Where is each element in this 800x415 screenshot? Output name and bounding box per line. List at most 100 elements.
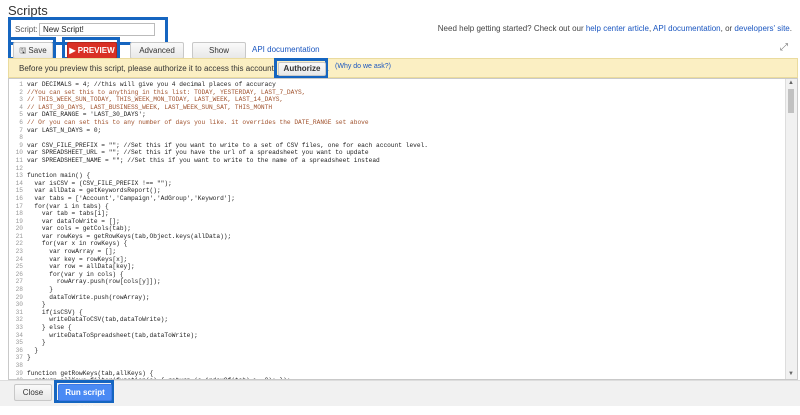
script-name-label: Script:	[15, 25, 38, 34]
help-prefix: Need help getting started? Check out our	[437, 24, 586, 33]
line-number: 39	[15, 369, 23, 377]
line-number: 1	[19, 81, 23, 88]
code-text: var row = allData[key];	[27, 263, 135, 271]
line-number: 17	[15, 202, 23, 210]
code-text: function main() {	[27, 172, 91, 180]
code-line: 28 }	[9, 286, 784, 294]
code-line: 17 for(var i in tabs) {	[9, 203, 784, 211]
code-text: var isCSV = (CSV_FILE_PREFIX !== "");	[27, 179, 172, 187]
developers-site-link[interactable]: developers' site	[734, 24, 789, 33]
scroll-up-icon[interactable]: ▲	[788, 80, 794, 86]
line-number: 28	[15, 286, 23, 294]
line-number: 33	[15, 324, 23, 331]
code-line: 27 rowArray.push(row[cols[y]]);	[9, 278, 784, 286]
line-number: 4	[19, 103, 23, 111]
code-line: 9 var CSV_FILE_PREFIX = ""; //Set this if…	[9, 142, 784, 150]
page-title: Scripts	[8, 3, 48, 18]
line-number: 27	[15, 278, 23, 286]
preview-button[interactable]: ▶ PREVIEW	[67, 42, 117, 59]
line-number: 26	[15, 270, 23, 278]
line-number: 5	[19, 111, 23, 119]
code-text: var DATE_RANGE = 'LAST_30_DAYS';	[27, 111, 146, 119]
code-line: 24 var key = rowKeys[x];	[9, 256, 784, 264]
line-number: 9	[19, 141, 23, 149]
help-center-link[interactable]: help center article	[586, 24, 649, 33]
help-suffix: .	[789, 24, 792, 33]
authorize-now-button[interactable]: Authorize now	[278, 62, 326, 85]
footer-bar	[0, 380, 800, 406]
line-number: 14	[15, 179, 23, 187]
line-number: 34	[15, 331, 23, 339]
save-button[interactable]: 🖫 Save	[13, 42, 53, 59]
preview-button-highlight: ▶ PREVIEW	[62, 37, 120, 60]
save-icon: 🖫	[19, 46, 27, 55]
save-button-highlight: 🖫 Save	[8, 37, 56, 60]
authorization-banner: Before you preview this script, please a…	[8, 58, 798, 78]
line-number: 15	[15, 187, 23, 195]
code-line: 4 // LAST_30_DAYS, LAST_BUSINESS_WEEK, LA…	[9, 104, 784, 112]
line-number: 30	[15, 301, 23, 309]
code-line: 29 dataToWrite.push(rowArray);	[9, 294, 784, 302]
code-line: 31 if(isCSV) {	[9, 309, 784, 317]
advanced-apis-button[interactable]: Advanced APIs	[130, 42, 184, 70]
code-text: var rowKeys = getRowKeys(tab,Object.keys…	[27, 232, 232, 240]
line-number: 35	[15, 339, 23, 347]
code-text: }	[27, 301, 46, 309]
line-number: 37	[15, 354, 23, 362]
code-line: 11 var SPREADSHEET_NAME = ""; //Set this …	[9, 157, 784, 165]
line-number: 32	[15, 316, 23, 324]
code-text: }	[27, 339, 46, 347]
authorize-button-highlight: Authorize now	[274, 58, 328, 85]
code-line: 2 //You can set this to anything in this …	[9, 89, 784, 97]
code-text: for(var y in cols) {	[27, 270, 124, 278]
code-line: 36 }	[9, 347, 784, 355]
code-line: 12	[9, 165, 784, 173]
line-number: 20	[15, 225, 23, 233]
code-line: 8	[9, 134, 784, 142]
line-number: 16	[15, 194, 23, 202]
show-examples-button[interactable]: Show examples	[192, 42, 246, 70]
line-number: 6	[19, 118, 23, 126]
code-text: }	[27, 346, 39, 354]
code-text: var CSV_FILE_PREFIX = ""; //Set this if …	[27, 141, 429, 149]
code-line: 38	[9, 362, 784, 370]
line-number: 7	[19, 126, 23, 134]
code-text: function getRowKeys(tab,allKeys) {	[27, 369, 154, 377]
scrollbar-thumb[interactable]	[788, 89, 794, 113]
code-text: var allData = getKeywordsReport();	[27, 187, 161, 195]
code-text: rowArray.push(row[cols[y]]);	[27, 278, 161, 286]
code-text: writeDataToSpreadsheet(tab,dataToWrite);	[27, 331, 198, 339]
code-text: var DECIMALS = 4; //this will give you 4…	[27, 81, 276, 88]
code-text: var rowArray = [];	[27, 248, 117, 256]
code-lines: 1 var DECIMALS = 4; //this will give you …	[9, 81, 784, 379]
line-number: 10	[15, 149, 23, 157]
line-number: 38	[15, 361, 23, 369]
api-documentation-link[interactable]: API documentation	[653, 24, 721, 33]
code-text: var key = rowKeys[x];	[27, 255, 128, 263]
code-line: 19 var dataToWrite = [];	[9, 218, 784, 226]
line-number: 24	[15, 255, 23, 263]
code-line: 3 // THIS_WEEK_SUN_TODAY, THIS_WEEK_MON_T…	[9, 96, 784, 104]
code-text: var SPREADSHEET_URL = ""; //Set this if …	[27, 149, 369, 157]
code-line: 13 function main() {	[9, 172, 784, 180]
close-button[interactable]: Close	[14, 384, 52, 401]
api-documentation-toolbar-link[interactable]: API documentation	[252, 45, 320, 54]
line-number: 25	[15, 263, 23, 271]
run-button-highlight: Run script now	[54, 380, 114, 412]
editor-scrollbar[interactable]: ▲ ▼	[785, 79, 797, 379]
line-number: 21	[15, 232, 23, 240]
scroll-down-icon[interactable]: ▼	[788, 371, 794, 377]
code-line: 21 var rowKeys = getRowKeys(tab,Object.k…	[9, 233, 784, 241]
code-line: 30 }	[9, 301, 784, 309]
run-script-now-button[interactable]: Run script now	[58, 384, 112, 412]
expand-icon[interactable]: ⤢	[780, 42, 788, 53]
code-line: 20 var cols = getCols(tab);	[9, 225, 784, 233]
line-number: 8	[19, 134, 23, 142]
code-text: // LAST_30_DAYS, LAST_BUSINESS_WEEK, LAS…	[27, 103, 273, 111]
code-text: }	[27, 286, 53, 294]
line-number: 23	[15, 248, 23, 256]
why-do-we-ask-link[interactable]: (Why do we ask?)	[335, 63, 391, 70]
code-text: //You can set this to anything in this l…	[27, 88, 306, 96]
code-editor[interactable]: 1 var DECIMALS = 4; //this will give you …	[8, 78, 798, 380]
script-name-input[interactable]	[39, 23, 155, 36]
